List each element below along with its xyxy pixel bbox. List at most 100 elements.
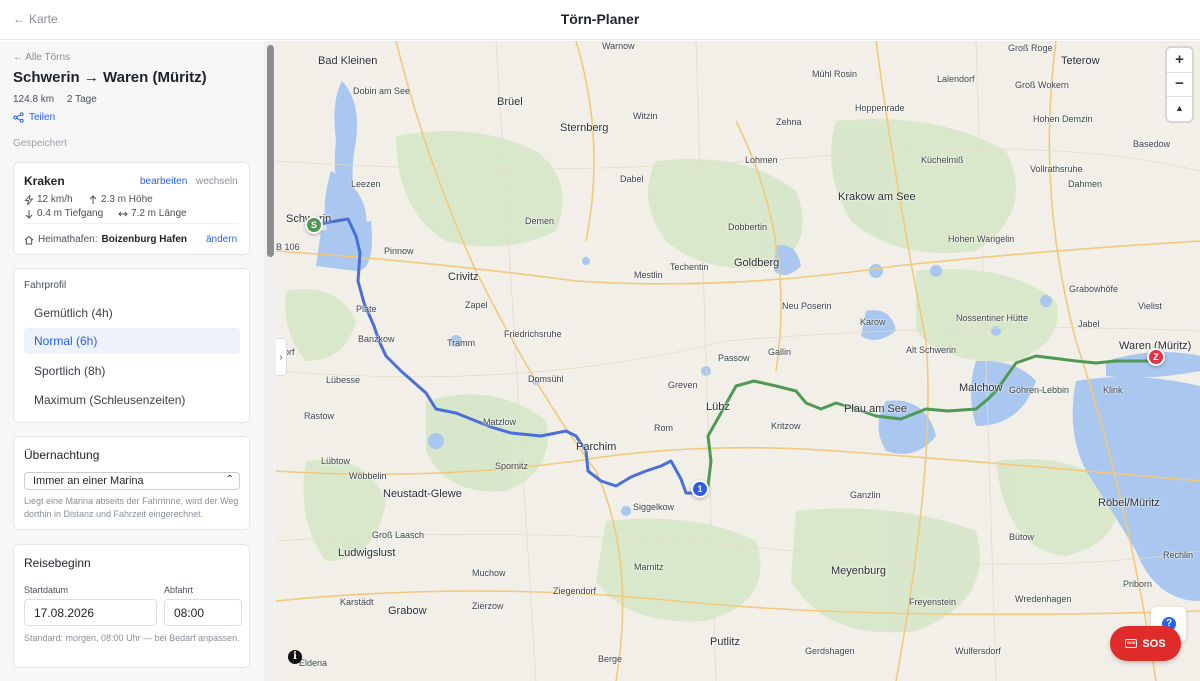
map-label-priborn: Priborn <box>1123 579 1153 589</box>
map-label-neustadt-glewe: Neustadt-Glewe <box>383 488 462 500</box>
map-label-kritzow: Kritzow <box>771 421 801 431</box>
start-marker[interactable]: S <box>305 216 323 234</box>
boat-name: Kraken <box>24 174 65 188</box>
departure-time-input[interactable]: 08:00 <box>164 599 242 626</box>
map-label-klink: Klink <box>1103 385 1123 395</box>
map-label-ziegendorf: Ziegendorf <box>553 586 597 596</box>
map-label-putlitz: Putlitz <box>710 636 740 648</box>
map-label-malchow: Malchow <box>959 382 1003 394</box>
map-label-zehna: Zehna <box>776 117 802 127</box>
boat-height: 2.3 m Höhe <box>88 194 153 205</box>
sidebar-scrollbar[interactable] <box>264 41 276 681</box>
map-label-passow: Passow <box>718 353 750 363</box>
end-marker[interactable]: Z <box>1147 348 1165 366</box>
map-label-crivitz: Crivitz <box>448 271 479 283</box>
info-icon[interactable]: i <box>288 650 302 664</box>
map-label-berge: Berge <box>598 654 623 664</box>
map-label-demen: Demen <box>525 216 555 226</box>
compass-icon: ▲ <box>1175 103 1184 113</box>
map-label-bütow: Bütow <box>1009 532 1035 542</box>
map-view[interactable]: Warnow Groß Roge Bad Kleinen Teterow Dobin a… <box>276 41 1200 681</box>
map-label-ganzlin: Ganzlin <box>850 490 881 500</box>
map-label-neu-poserin: Neu Poserin <box>782 301 832 311</box>
map-label-grabow: Grabow <box>388 605 427 617</box>
map-label-parchim: Parchim <box>576 441 617 453</box>
map-label-vielist: Vielist <box>1138 301 1162 311</box>
map-label-ludwigslust: Ludwigslust <box>338 547 396 559</box>
all-tours-link[interactable]: ← Alle Törns <box>13 52 70 63</box>
map-label-zierzow: Zierzow <box>472 601 504 611</box>
select-updown-icon: ⌃ <box>225 474 234 485</box>
map-label-gallin: Gallin <box>768 347 792 357</box>
map-label-eldena: Eldena <box>299 658 328 668</box>
boat-length: 7.2 m Länge <box>118 208 187 219</box>
zoom-out-button[interactable]: − <box>1167 72 1192 96</box>
map-label-krakow-am-see: Krakow am See <box>838 191 916 203</box>
map-label-goldberg: Goldberg <box>734 257 780 269</box>
app-header: ← Karte Törn-Planer <box>0 0 1200 40</box>
map-label-karow: Karow <box>860 317 886 327</box>
travel-help: Standard: morgen, 08:00 Uhr — bei Bedarf… <box>24 633 240 643</box>
arrow-down-icon <box>25 209 33 219</box>
overnight-select[interactable]: Immer an einer Marina ⌃ <box>24 472 240 490</box>
map-label-groß-wokern: Groß Wokern <box>1015 80 1069 90</box>
overnight-heading: Übernachtung <box>24 448 100 462</box>
map-label-freyenstein: Freyenstein <box>909 597 957 607</box>
driving-profile-card: Fahrprofil Gemütlich (4h) Normal (6h) Sp… <box>13 268 250 423</box>
map-label-mühl-rosin: Mühl Rosin <box>812 69 858 79</box>
map-label-siggelkow: Siggelkow <box>633 502 675 512</box>
sos-button[interactable]: SOS SOS <box>1110 626 1181 661</box>
map-label-lohmen: Lohmen <box>745 155 778 165</box>
collapse-sidebar-button[interactable]: › <box>276 338 287 376</box>
share-button[interactable]: Teilen <box>13 112 55 123</box>
map-label-basedow: Basedow <box>1133 139 1171 149</box>
home-icon <box>24 235 34 244</box>
profile-option-gemuetlich[interactable]: Gemütlich (4h) <box>24 300 240 326</box>
start-date-input[interactable]: 17.08.2026 <box>24 599 157 626</box>
map-label-wulfersdorf: Wulfersdorf <box>955 646 1001 656</box>
switch-boat-link[interactable]: wechseln <box>196 176 238 187</box>
map-label-röbel-müritz: Röbel/Müritz <box>1098 497 1160 509</box>
stopover-marker[interactable]: 1 <box>691 480 709 498</box>
map-label-tramm: Tramm <box>447 338 476 348</box>
map-label-karstädt: Karstädt <box>340 597 374 607</box>
map-label-warnow: Warnow <box>602 41 635 51</box>
map-label-marnitz: Marnitz <box>634 562 664 572</box>
share-label: Teilen <box>29 112 56 123</box>
compass-button[interactable]: ▲ <box>1167 96 1192 120</box>
map-label-lübz: Lübz <box>706 401 730 413</box>
map-label-dobbertin: Dobbertin <box>728 222 768 232</box>
map-label-göhren-lebbin: Göhren-Lebbin <box>1009 385 1070 395</box>
map-label-zapel: Zapel <box>465 300 488 310</box>
map-label-mestlin: Mestlin <box>634 270 663 280</box>
map-label-spornitz: Spornitz <box>495 461 529 471</box>
map-label-meyenburg: Meyenburg <box>831 565 887 577</box>
map-label-groß-roge: Groß Roge <box>1008 43 1053 53</box>
profile-option-sportlich[interactable]: Sportlich (8h) <box>24 358 240 384</box>
home-port-row: Heimathafen: Boizenburg Hafen <box>24 234 187 245</box>
map-label-rechlin: Rechlin <box>1163 550 1194 560</box>
edit-boat-link[interactable]: bearbeiten <box>140 176 187 187</box>
map-label-hoppenrade: Hoppenrade <box>855 103 905 113</box>
map-label-lübtow: Lübtow <box>321 456 351 466</box>
map-label-hohen-demzin: Hohen Demzin <box>1033 114 1093 124</box>
map-label-jabel: Jabel <box>1078 319 1100 329</box>
scrollbar-thumb[interactable] <box>267 45 274 257</box>
divider <box>24 223 239 224</box>
boat-draft: 0.4 m Tiefgang <box>24 208 103 219</box>
map-label-sternberg: Sternberg <box>560 122 609 134</box>
zoom-control: + − ▲ <box>1167 48 1192 121</box>
map-label-rastow: Rastow <box>304 411 335 421</box>
boat-card: Kraken bearbeiten wechseln 12 km/h 2.3 m… <box>13 162 250 255</box>
zoom-in-button[interactable]: + <box>1167 48 1192 72</box>
share-icon <box>13 112 24 123</box>
map-label-matzlow: Matzlow <box>483 417 517 427</box>
profile-option-maximum[interactable]: Maximum (Schleusenzeiten) <box>24 387 240 413</box>
map-label-brüel: Brüel <box>497 96 523 108</box>
profile-label: Fahrprofil <box>24 280 67 291</box>
map-label-techentin: Techentin <box>670 262 709 272</box>
map-label-lalendorf: Lalendorf <box>937 74 975 84</box>
change-home-port-link[interactable]: ändern <box>206 234 237 245</box>
map-label-leezen: Leezen <box>351 179 381 189</box>
profile-option-normal[interactable]: Normal (6h) <box>24 328 240 354</box>
